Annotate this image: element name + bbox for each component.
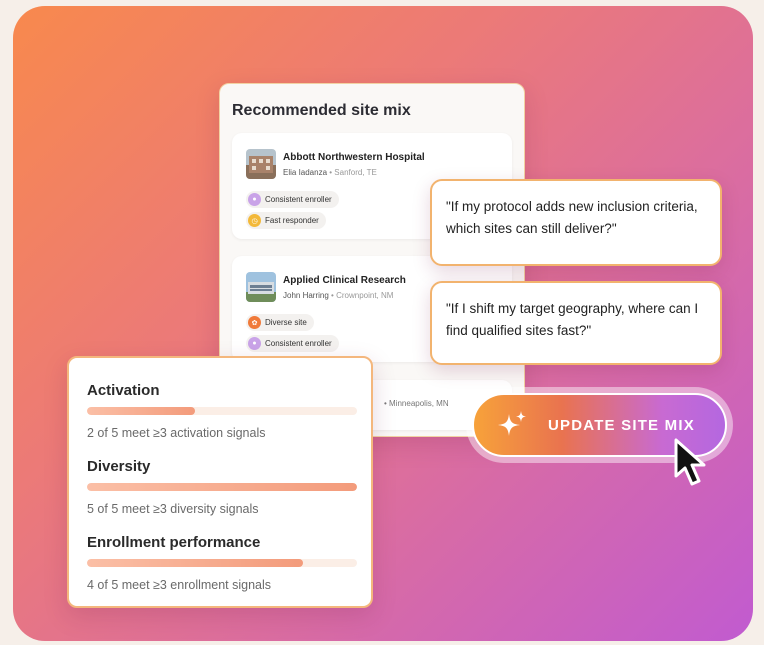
signal-title: Activation bbox=[87, 382, 160, 399]
site-meta: • Minneapolis, MN bbox=[384, 399, 449, 408]
tag-consistent-enroller: ● Consistent enroller bbox=[246, 191, 339, 208]
tag-diverse-site: ✿ Diverse site bbox=[246, 314, 314, 331]
tag-fast-responder: ◷ Fast responder bbox=[246, 212, 326, 229]
site-contact: John Harring bbox=[283, 291, 329, 300]
site-meta: Elia Iadanza • Sanford, TE bbox=[283, 168, 377, 177]
enroller-icon: ● bbox=[248, 193, 261, 206]
panel-title: Recommended site mix bbox=[232, 102, 411, 119]
signal-description: 2 of 5 meet ≥3 activation signals bbox=[87, 426, 266, 440]
signal-title: Enrollment performance bbox=[87, 534, 261, 551]
signal-progress-bar bbox=[87, 407, 357, 415]
update-button-label: UPDATE SITE MIX bbox=[548, 416, 695, 434]
hero-background: Recommended site mix Abbott Northwestern… bbox=[13, 6, 753, 641]
enroller-icon: ● bbox=[248, 337, 261, 350]
signal-title: Diversity bbox=[87, 458, 151, 475]
signal-description: 5 of 5 meet ≥3 diversity signals bbox=[87, 502, 259, 516]
protocol-question-bubble: "If my protocol adds new inclusion crite… bbox=[430, 179, 722, 266]
signal-progress-fill bbox=[87, 407, 195, 415]
geography-question-bubble: "If I shift my target geography, where c… bbox=[430, 281, 722, 365]
tag-consistent-enroller: ● Consistent enroller bbox=[246, 335, 339, 352]
mouse-pointer-icon bbox=[674, 438, 706, 486]
signal-description: 4 of 5 meet ≥3 enrollment signals bbox=[87, 578, 272, 592]
signal-activation: Activation 2 of 5 meet ≥3 activation sig… bbox=[87, 382, 357, 440]
signal-progress-bar bbox=[87, 483, 357, 491]
site-name: Abbott Northwestern Hospital bbox=[283, 152, 425, 163]
diversity-icon: ✿ bbox=[248, 316, 261, 329]
hospital-thumbnail bbox=[246, 149, 276, 179]
signal-progress-fill bbox=[87, 483, 357, 491]
clock-icon: ◷ bbox=[248, 214, 261, 227]
signal-diversity: Diversity 5 of 5 meet ≥3 diversity signa… bbox=[87, 458, 357, 516]
signal-progress-fill bbox=[87, 559, 303, 567]
site-name: Applied Clinical Research bbox=[283, 275, 406, 286]
site-meta: John Harring • Crownpoint, NM bbox=[283, 291, 394, 300]
signal-progress-bar bbox=[87, 559, 357, 567]
site-location: Crownpoint, NM bbox=[336, 291, 394, 300]
site-signals-card: Activation 2 of 5 meet ≥3 activation sig… bbox=[67, 356, 373, 608]
site-contact: Elia Iadanza bbox=[283, 168, 328, 177]
clinic-thumbnail bbox=[246, 272, 276, 302]
signal-enrollment-performance: Enrollment performance 4 of 5 meet ≥3 en… bbox=[87, 534, 357, 592]
site-location: Minneapolis, MN bbox=[389, 399, 449, 408]
site-location: Sanford, TE bbox=[334, 168, 377, 177]
sparkle-icon bbox=[498, 411, 526, 436]
